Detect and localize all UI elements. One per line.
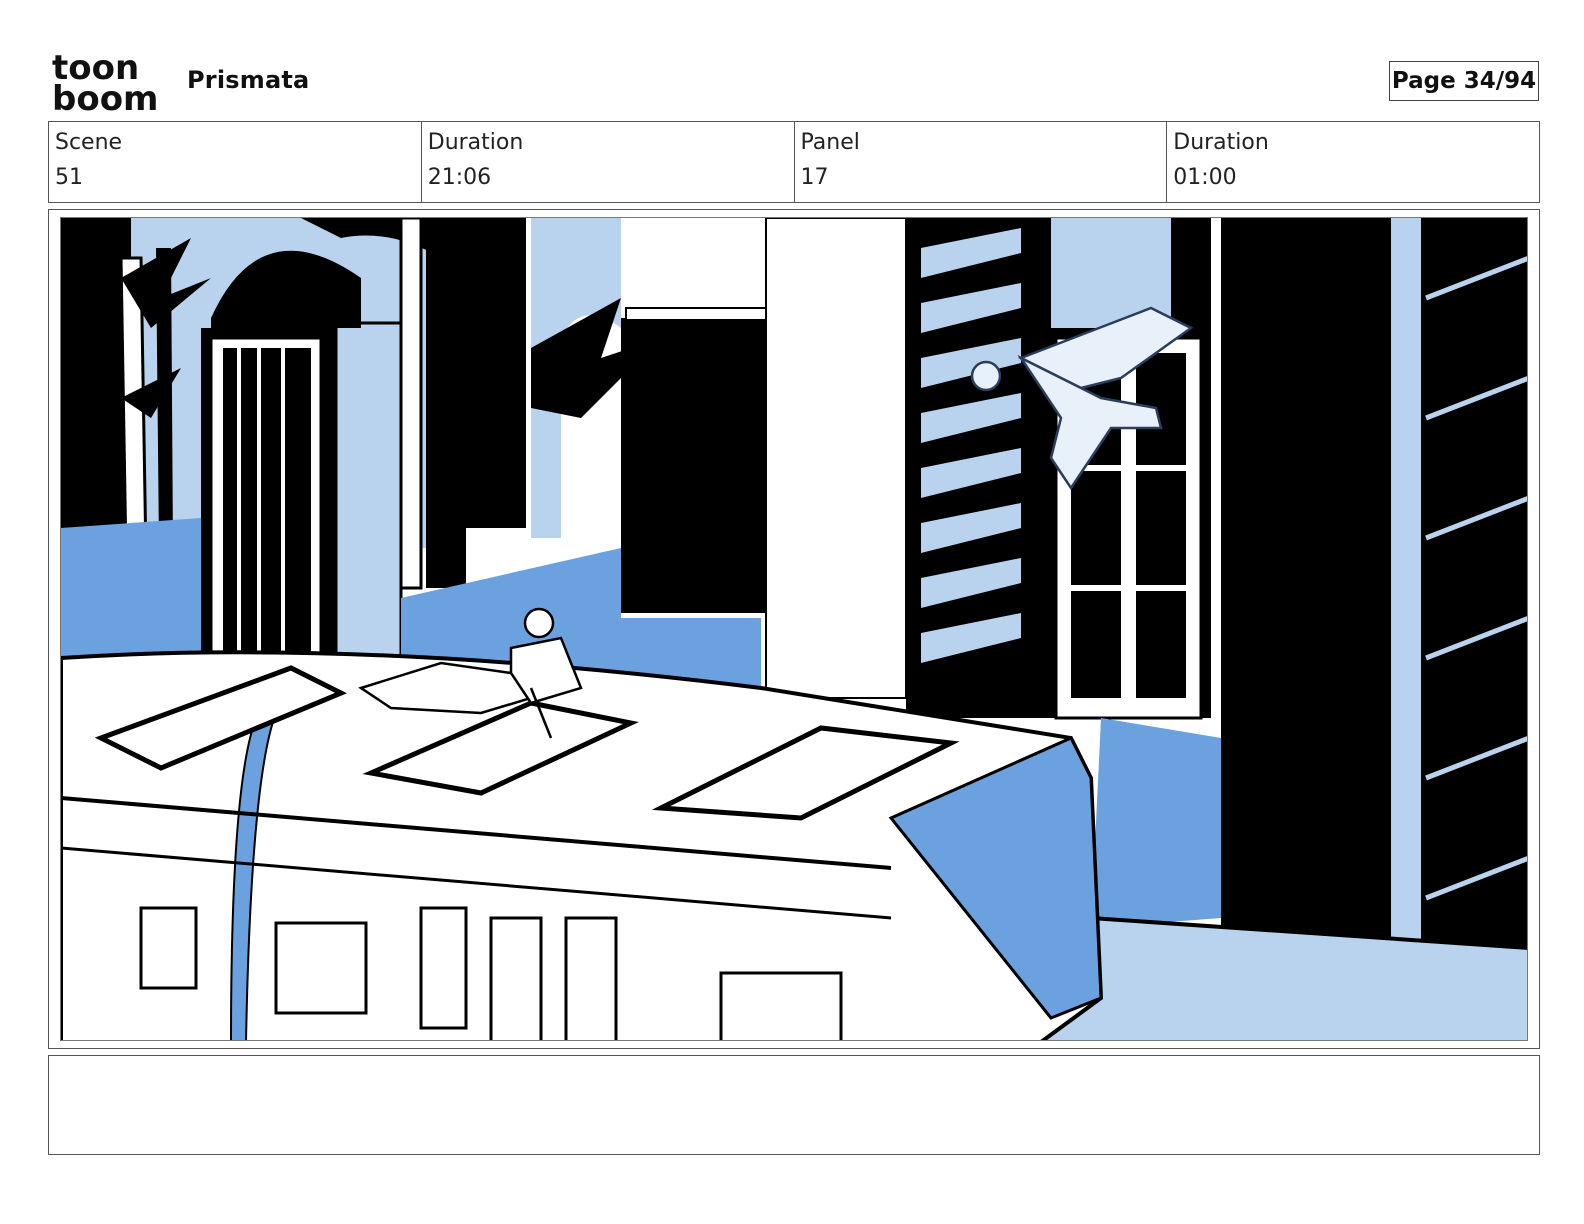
info-table: Scene 51 Duration 21:06 Panel 17 Duratio… — [48, 121, 1540, 203]
scene-duration-label: Duration — [427, 130, 524, 155]
panel-duration-label: Duration — [1173, 130, 1269, 155]
panel-duration-value: 01:00 — [1173, 165, 1237, 190]
scene-value: 51 — [55, 165, 83, 190]
project-title: Prismata — [187, 66, 310, 94]
logo-text-bottom: boom — [52, 79, 158, 112]
panel-cell: Panel 17 — [795, 122, 1168, 202]
panel-label: Panel — [800, 130, 860, 155]
panel-duration-cell: Duration 01:00 — [1167, 122, 1539, 202]
scene-duration-cell: Duration 21:06 — [422, 122, 795, 202]
scene-cell: Scene 51 — [49, 122, 422, 202]
scene-duration-value: 21:06 — [427, 165, 492, 190]
toonboom-logo: toon boom — [52, 48, 164, 119]
scene-label: Scene — [55, 130, 123, 155]
storyboard-panel-image — [60, 217, 1528, 1041]
panel-value: 17 — [800, 165, 829, 190]
page-counter: Page 34/94 — [1389, 61, 1539, 101]
notes-box — [48, 1055, 1540, 1155]
